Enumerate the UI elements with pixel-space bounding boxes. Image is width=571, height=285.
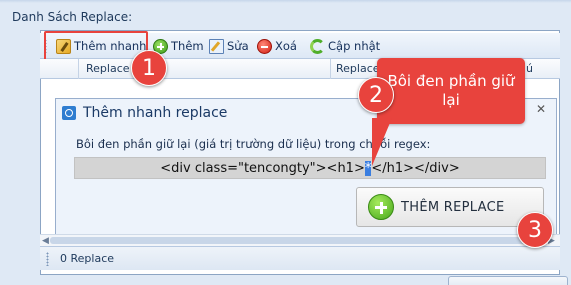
app-search-icon (62, 106, 76, 120)
regex-code-field[interactable]: <div class="tencongty"><h1> * </h1></div> (74, 157, 546, 179)
edit-label: Sửa (227, 39, 249, 53)
scroll-left-arrow-icon[interactable]: ◀ (42, 236, 49, 246)
header-separator (330, 59, 331, 79)
header-separator (78, 59, 79, 79)
status-bar: 0 Replace (40, 246, 560, 270)
delete-icon (257, 38, 272, 54)
annotation-callout: Bôi đen phần giữ lại (377, 58, 525, 124)
delete-label: Xoá (275, 39, 297, 53)
add-replace-button[interactable]: THÊM REPLACE (356, 187, 544, 227)
dialog-title: Thêm nhanh replace (83, 105, 228, 121)
bottom-right-button[interactable] (448, 276, 568, 285)
status-grip (46, 252, 49, 266)
close-icon[interactable]: ✕ (536, 102, 546, 116)
update-label: Cập nhật (328, 39, 381, 53)
delete-button[interactable]: Xoá (257, 36, 297, 56)
replace-list-label: Danh Sách Replace: (12, 10, 133, 24)
add-replace-label: THÊM REPLACE (401, 199, 505, 215)
plus-icon (368, 194, 394, 220)
add-label: Thêm (171, 39, 204, 53)
step-3-badge: 3 (517, 212, 553, 248)
dialog-description: Bôi đen phần giữ lại (giá trị trường dữ … (76, 137, 431, 151)
step-1-badge: 1 (131, 50, 167, 86)
scroll-thumb[interactable] (50, 237, 530, 244)
quick-add-highlight (44, 31, 148, 61)
edit-icon (209, 38, 224, 54)
update-button[interactable]: Cập nhật (310, 36, 380, 56)
dialog-title-bar: Thêm nhanh replace (62, 103, 227, 123)
code-text-after: </h1></div> (371, 160, 460, 176)
edit-button[interactable]: Sửa (209, 36, 249, 56)
record-count: 0 Replace (60, 252, 115, 265)
code-text-before: <div class="tencongty"><h1> (160, 160, 365, 176)
refresh-icon (310, 38, 325, 54)
horizontal-scrollbar[interactable]: ◀ ▶ (40, 234, 560, 246)
add-button[interactable]: Thêm (153, 36, 204, 56)
top-bevel (0, 0, 571, 3)
window-top (0, 0, 571, 8)
step-2-badge: 2 (358, 77, 394, 113)
column-header[interactable]: ú (526, 62, 533, 75)
